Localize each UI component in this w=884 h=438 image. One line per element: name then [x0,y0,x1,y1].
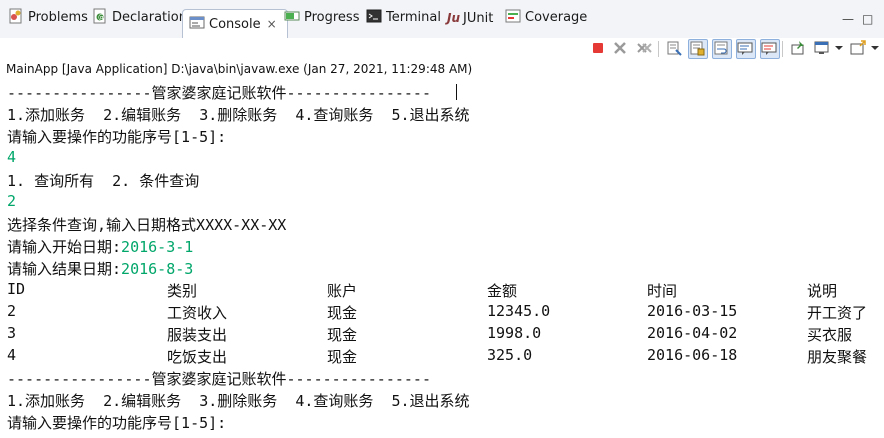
console-line: 请输入开始日期:2016-3-1 [7,236,193,257]
console-line: 请输入结果日期:2016-8-3 [7,258,193,279]
coverage-icon [505,8,521,24]
tab-label: Declaration [112,10,187,25]
table-cell: 吃饭支出 [167,348,228,366]
close-icon[interactable]: × [267,17,277,31]
tab-label: Problems [28,10,88,25]
start-date-prompt: 请输入开始日期: [7,238,122,256]
svg-text:@: @ [98,14,105,22]
terminal-icon [366,8,382,24]
tab-declaration[interactable]: @ Declaration [92,6,187,30]
tab-label: Console [209,17,261,32]
table-header-cell: 说明 [807,282,838,300]
table-cell: 325.0 [487,346,533,364]
table-cell: 现金 [327,348,358,366]
table-header-cell: 类别 [167,282,198,300]
tab-label: Coverage [525,10,588,25]
scroll-lock-icon[interactable] [688,39,708,59]
minimize-icon[interactable]: — [842,12,854,26]
table-header-cell: 金额 [487,282,518,300]
table-header-cell: ID [7,280,26,298]
tab-console[interactable]: Console × [182,9,288,38]
toolbar-separator [658,41,659,57]
junit-icon: Ju [447,11,461,25]
console-toolbar [0,38,884,60]
start-date-input: 2016-3-1 [121,238,194,256]
console-line: 1.添加账务 2.编辑账务 3.删除账务 4.查询账务 5.退出系统 [7,392,470,410]
tab-problems[interactable]: Problems [8,6,88,30]
table-cell: 1998.0 [487,324,542,342]
table-cell: 现金 [327,326,358,344]
console-line: ----------------管家婆家庭记账软件---------------… [7,370,431,388]
table-cell: 工资收入 [167,304,228,322]
console-input-line: 2 [7,192,17,210]
display-console-icon[interactable] [814,40,830,56]
tab-label: Progress [304,10,360,25]
remove-all-terminated-icon[interactable] [636,40,652,56]
chevron-down-icon[interactable] [870,40,880,56]
table-cell: 买衣服 [807,326,853,344]
show-on-stderr-icon[interactable] [760,39,780,59]
progress-icon [284,8,300,24]
console-input-line: 4 [7,148,17,166]
console-line: 1.添加账务 2.编辑账务 3.删除账务 4.查询账务 5.退出系统 [7,106,470,124]
table-cell: 开工资了 [807,304,868,322]
tab-label: JUnit [463,11,494,26]
console-line: ----------------管家婆家庭记账软件---------------… [7,84,431,102]
terminate-icon[interactable] [590,40,606,56]
tab-terminal[interactable]: Terminal [366,6,441,30]
table-cell: 现金 [327,304,358,322]
tab-label: Terminal [386,10,441,25]
table-header-cell: 账户 [327,282,358,300]
table-cell: 12345.0 [487,302,551,320]
end-date-prompt: 请输入结果日期: [7,260,122,278]
table-cell: 2 [7,302,17,320]
show-on-stdout-icon[interactable] [736,39,756,59]
console-icon [189,14,205,30]
toolbar-separator [782,41,783,57]
word-wrap-icon[interactable] [712,39,732,59]
open-console-icon[interactable] [850,40,866,56]
table-cell: 服装支出 [167,326,228,344]
launch-description: MainApp [Java Application] D:\java\bin\j… [6,62,473,76]
text-caret [456,84,457,100]
table-cell: 2016-03-15 [647,302,738,320]
console-line: 1. 查询所有 2. 条件查询 [7,172,200,190]
maximize-icon[interactable]: □ [862,12,873,26]
table-cell: 4 [7,346,17,364]
tab-coverage[interactable]: Coverage [505,6,587,30]
table-cell: 朋友聚餐 [807,348,868,366]
tab-progress[interactable]: Progress [284,6,359,30]
problems-icon [8,8,24,24]
view-tab-bar: Problems @ Declaration Console × Progress… [0,0,884,39]
table-cell: 2016-06-18 [647,346,738,364]
table-cell: 3 [7,324,17,342]
console-output[interactable]: ----------------管家婆家庭记账软件---------------… [7,82,884,438]
declaration-icon: @ [92,8,108,24]
remove-launch-icon[interactable] [612,40,628,56]
console-line: 请输入要操作的功能序号[1-5]: [7,414,227,432]
console-line: 请输入要操作的功能序号[1-5]: [7,128,227,146]
table-cell: 2016-04-02 [647,324,738,342]
clear-console-icon[interactable] [666,40,682,56]
pin-console-icon[interactable] [790,40,806,56]
tab-junit[interactable]: Ju JUnit [447,6,493,30]
table-header-cell: 时间 [647,282,678,300]
end-date-input: 2016-8-3 [121,260,194,278]
console-line: 选择条件查询,输入日期格式XXXX-XX-XX [7,216,287,234]
chevron-down-icon[interactable] [834,40,844,56]
